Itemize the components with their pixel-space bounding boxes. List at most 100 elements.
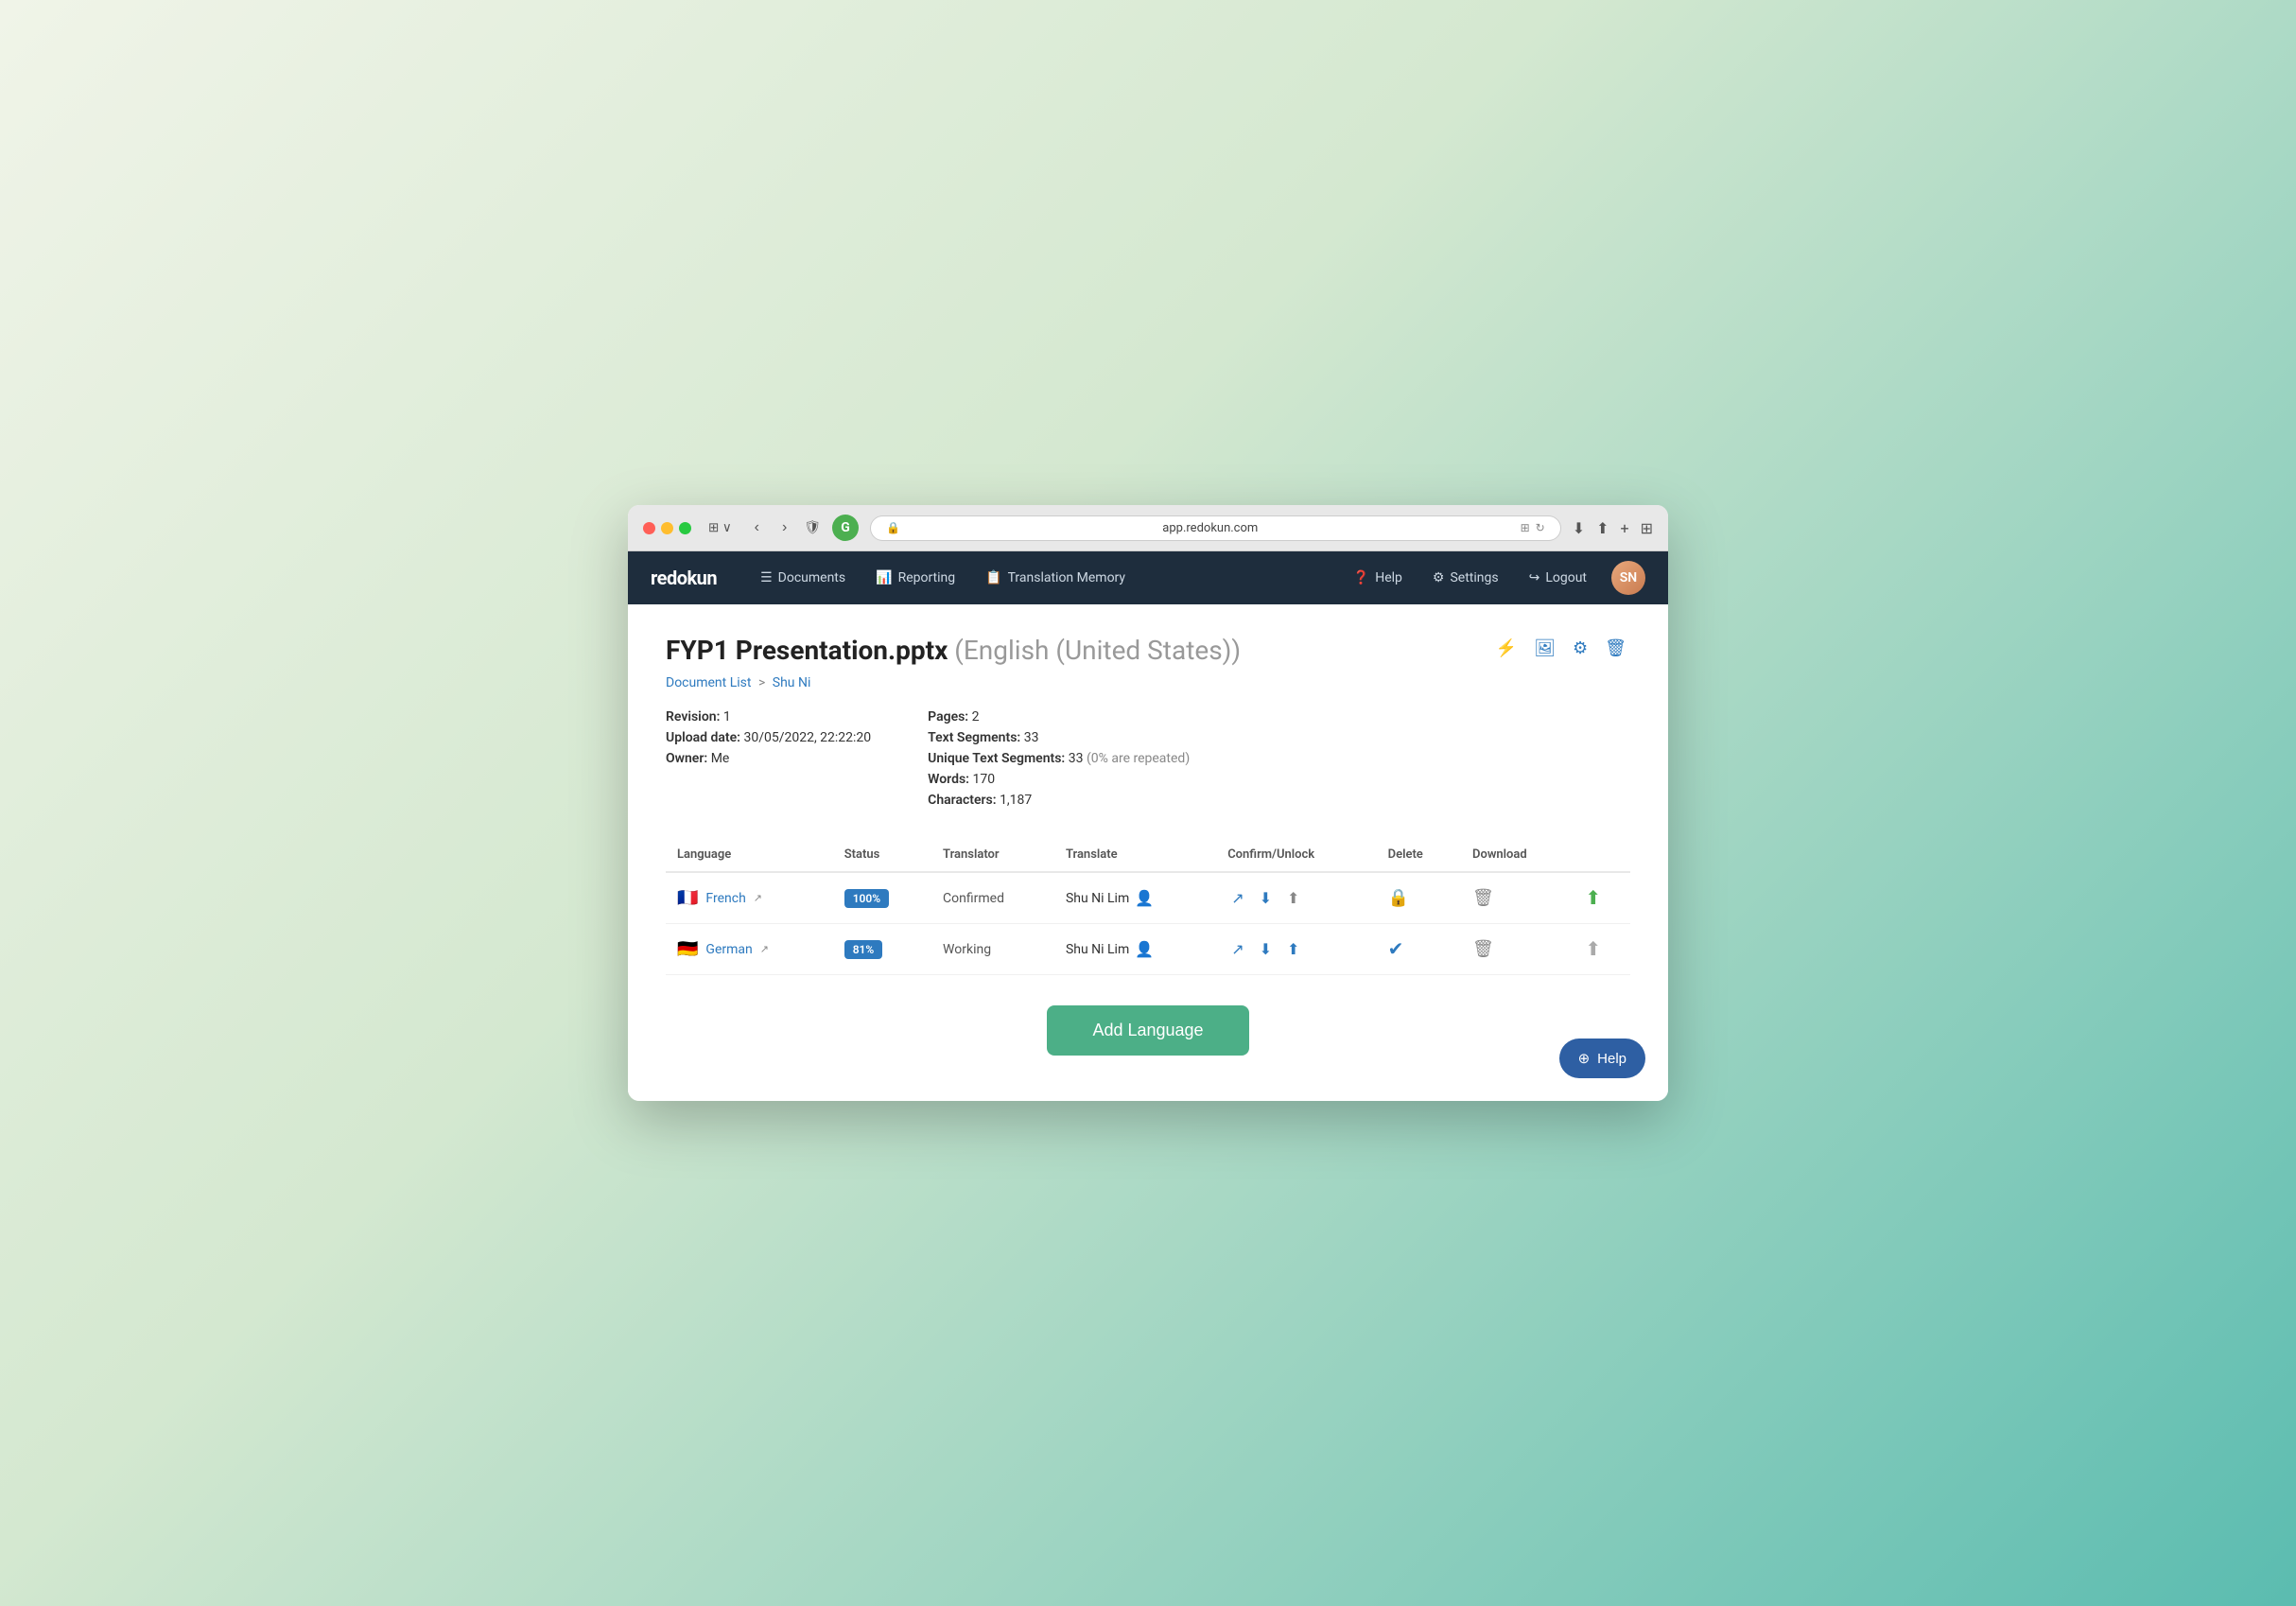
- upload-date-label: Upload date:: [666, 730, 740, 745]
- new-tab-icon[interactable]: +: [1621, 519, 1629, 537]
- user-icon-french: 👤: [1135, 889, 1154, 907]
- back-button[interactable]: ‹: [749, 517, 765, 538]
- grid-icon[interactable]: ⊞: [1641, 519, 1653, 537]
- external-link-icon-german: ↗: [760, 943, 769, 955]
- nav-reporting[interactable]: 📊 Reporting: [862, 563, 968, 593]
- words-label: Words:: [928, 772, 969, 787]
- nav-logout-label: Logout: [1545, 570, 1587, 585]
- words-value-text: 170: [972, 772, 995, 787]
- page-title-lang: (English (United States)): [954, 635, 1241, 666]
- translate-actions-cell-french: ↗ ⬇ ⬆: [1216, 872, 1376, 924]
- meta-revision: Revision: 1: [666, 709, 871, 724]
- nav-documents[interactable]: ☰ Documents: [747, 563, 859, 593]
- status-text-cell-german: Working: [931, 924, 1054, 975]
- forward-button[interactable]: ›: [776, 517, 792, 538]
- pages-label: Pages:: [928, 709, 968, 724]
- url-bar[interactable]: 🔒 app.redokun.com ⊞ ↻: [870, 515, 1561, 541]
- nav-links: ☰ Documents 📊 Reporting 📋 Translation Me…: [747, 563, 1340, 593]
- lang-cell-french: 🇫🇷 French ↗: [666, 872, 833, 924]
- lang-name-german[interactable]: German: [705, 942, 752, 957]
- breadcrumb-list-link[interactable]: Document List: [666, 675, 751, 690]
- text-segments-label: Text Segments:: [928, 730, 1020, 745]
- reload-icon[interactable]: ↻: [1536, 521, 1545, 534]
- add-language-button[interactable]: Add Language: [1047, 1005, 1248, 1056]
- main-content: ⚡ 🖼 ⚙ 🗑 FYP1 Presentation.pptx (English …: [628, 604, 1668, 1101]
- status-cell-german: 81%: [833, 924, 931, 975]
- flag-german: 🇩🇪: [677, 939, 698, 959]
- meta-text-segments: Text Segments: 33: [928, 730, 1190, 745]
- share-icon[interactable]: ⬆: [1596, 519, 1609, 537]
- col-confirm-unlock: Confirm/Unlock: [1216, 838, 1376, 872]
- avatar: SN: [1611, 561, 1645, 595]
- browser-dots: [643, 522, 691, 534]
- minimize-dot[interactable]: [661, 522, 673, 534]
- meta-col-right: Pages: 2 Text Segments: 33 Unique Text S…: [928, 709, 1190, 808]
- translation-memory-icon: 📋: [985, 570, 1001, 585]
- meta-unique-segments: Unique Text Segments: 33 (0% are repeate…: [928, 751, 1190, 766]
- translator-name-french: Shu Ni Lim: [1066, 891, 1129, 906]
- doc-meta: Revision: 1 Upload date: 30/05/2022, 22:…: [666, 709, 1630, 808]
- lock-btn-french[interactable]: 🔒: [1388, 888, 1409, 908]
- nav-logout[interactable]: ↪ Logout: [1516, 563, 1600, 593]
- lang-cell-german: 🇩🇪 German ↗: [666, 924, 833, 975]
- owner-label: Owner:: [666, 751, 707, 766]
- nav-documents-label: Documents: [778, 570, 845, 585]
- check-btn-german[interactable]: ✔: [1388, 937, 1404, 961]
- external-link-icon-french: ↗: [754, 892, 762, 904]
- download-cell-french: ⬆: [1574, 872, 1630, 924]
- lang-name-french[interactable]: French: [705, 891, 745, 906]
- page-title-filename: FYP1 Presentation.pptx: [666, 635, 948, 666]
- table-header: Language Status Translator Translate Con…: [666, 838, 1630, 872]
- browser-extension-icon: G: [832, 515, 859, 541]
- url-text: app.redokun.com: [906, 521, 1515, 535]
- delete-btn-french[interactable]: 🗑: [1472, 888, 1494, 908]
- status-badge-french: 100%: [844, 889, 889, 908]
- delete-cell-french: 🗑: [1461, 872, 1574, 924]
- status-confirmed: Confirmed: [943, 891, 1004, 906]
- close-dot[interactable]: [643, 522, 655, 534]
- open-editor-btn-french[interactable]: ↗: [1227, 887, 1247, 910]
- col-translator: Translator: [931, 838, 1054, 872]
- upload-btn-german[interactable]: ⬆: [1283, 938, 1303, 961]
- nav-translation-memory-label: Translation Memory: [1008, 570, 1125, 585]
- download-btn-german[interactable]: ⬇: [1256, 938, 1276, 961]
- help-fab-button[interactable]: ⊕ Help: [1559, 1039, 1645, 1078]
- translator-name-german: Shu Ni Lim: [1066, 942, 1129, 957]
- logout-icon: ↪: [1529, 570, 1540, 585]
- status-working: Working: [943, 942, 991, 957]
- gear-button[interactable]: ⚙: [1569, 635, 1592, 662]
- lightning-button[interactable]: ⚡: [1492, 635, 1521, 662]
- delete-btn-german[interactable]: 🗑: [1472, 939, 1494, 959]
- app-navbar: redokun ☰ Documents 📊 Reporting 📋 Transl…: [628, 551, 1668, 604]
- meta-col-left: Revision: 1 Upload date: 30/05/2022, 22:…: [666, 709, 871, 808]
- nav-reporting-label: Reporting: [898, 570, 956, 585]
- browser-chrome: ⊞ ∨ ‹ › 🛡 G 🔒 app.redokun.com ⊞ ↻ ⬇ ⬆ + …: [628, 505, 1668, 551]
- sidebar-toggle-button[interactable]: ⊞ ∨: [703, 518, 738, 537]
- download-cell-german: ⬆: [1574, 924, 1630, 975]
- col-translate: Translate: [1054, 838, 1216, 872]
- image-button[interactable]: 🖼: [1530, 635, 1559, 662]
- user-icon-german: 👤: [1135, 940, 1154, 958]
- status-badge-german: 81%: [844, 940, 883, 959]
- trash-button[interactable]: 🗑: [1601, 635, 1630, 662]
- shield-icon: 🛡: [804, 520, 821, 535]
- help-icon: ❓: [1353, 570, 1369, 585]
- nav-settings-label: Settings: [1450, 570, 1498, 585]
- nav-settings[interactable]: ⚙ Settings: [1419, 563, 1512, 593]
- unique-segments-value-text: 33: [1069, 751, 1084, 766]
- nav-help[interactable]: ❓ Help: [1340, 563, 1416, 593]
- upload-btn-french[interactable]: ⬆: [1283, 887, 1303, 910]
- maximize-dot[interactable]: [679, 522, 691, 534]
- meta-characters: Characters: 1,187: [928, 793, 1190, 808]
- breadcrumb-current: Shu Ni: [773, 675, 811, 690]
- download-cloud-btn-french[interactable]: ⬆: [1585, 886, 1601, 910]
- nav-help-label: Help: [1375, 570, 1402, 585]
- download-btn-french[interactable]: ⬇: [1256, 887, 1276, 910]
- download-browser-icon[interactable]: ⬇: [1573, 519, 1585, 537]
- nav-translation-memory[interactable]: 📋 Translation Memory: [972, 563, 1139, 593]
- title-actions: ⚡ 🖼 ⚙ 🗑: [1492, 635, 1630, 662]
- download-cloud-btn-german[interactable]: ⬆: [1585, 937, 1601, 961]
- unique-segments-note-text: (0% are repeated): [1087, 751, 1190, 766]
- confirm-cell-french: 🔒: [1377, 872, 1461, 924]
- open-editor-btn-german[interactable]: ↗: [1227, 938, 1247, 961]
